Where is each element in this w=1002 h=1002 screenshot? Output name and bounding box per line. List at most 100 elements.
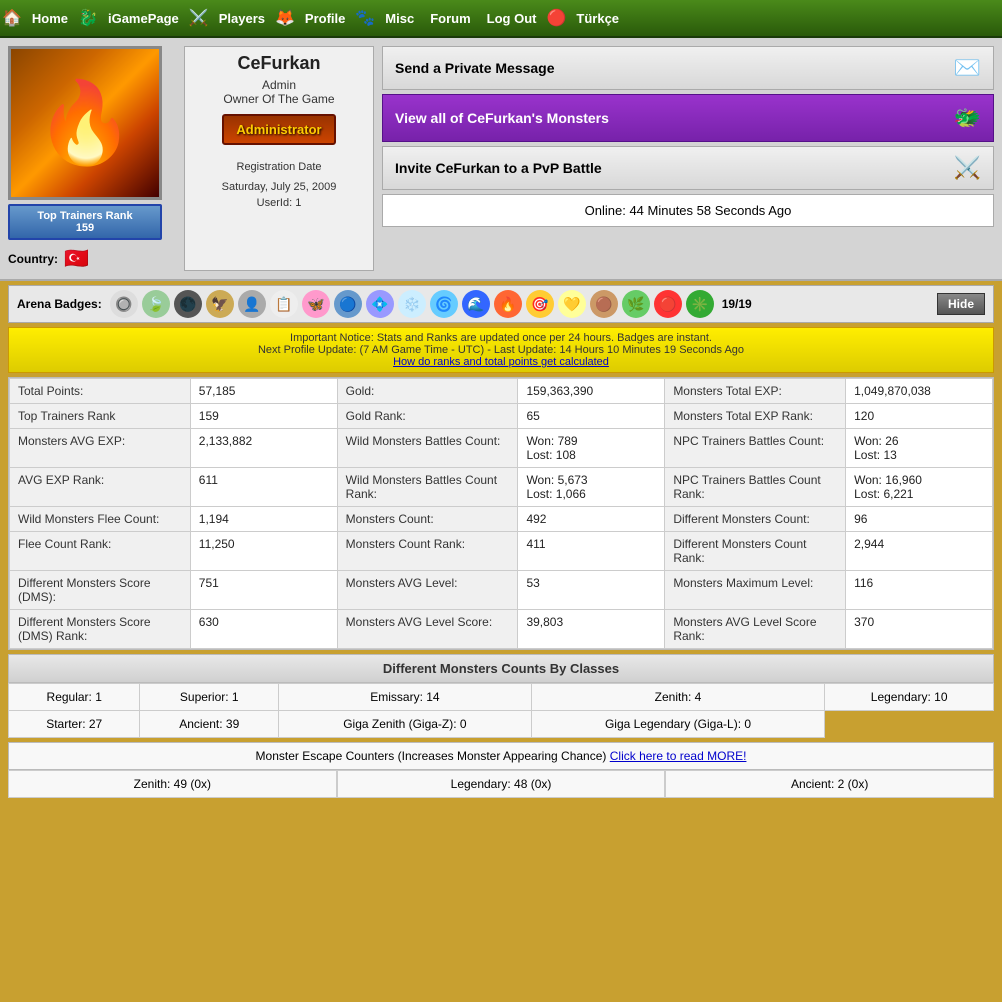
stat-value: 96 [846,507,993,532]
badge-7[interactable]: 🦋 [302,290,330,318]
badge-3[interactable]: 🌑 [174,290,202,318]
escape-ancient: Ancient: 2 (0x) [665,770,994,798]
classes-table: Regular: 1Superior: 1Emissary: 14Zenith:… [8,683,994,738]
nav-players[interactable]: Players [211,0,273,37]
monster-icon: 🐲 [954,105,981,131]
avatar: 🔥 [8,46,162,200]
stat-label: Different Monsters Score (DMS) Rank: [10,610,191,649]
badge-1[interactable]: 🔘 [110,290,138,318]
rank-value: 159 [16,222,154,234]
class-count-cell: Giga Zenith (Giga-Z): 0 [279,711,532,738]
class-count-cell: Zenith: 4 [531,684,825,711]
view-monsters-button[interactable]: View all of CeFurkan's Monsters 🐲 [382,94,994,142]
send-message-label: Send a Private Message [395,60,555,76]
badge-18[interactable]: 🔴 [654,290,682,318]
badge-15[interactable]: 💛 [558,290,586,318]
invite-pvp-label: Invite CeFurkan to a PvP Battle [395,160,602,176]
nav-home[interactable]: Home [24,0,76,37]
reg-date-label: Registration Date [191,161,367,173]
notice-line1: Important Notice: Stats and Ranks are up… [17,332,985,344]
stat-value: 53 [518,571,665,610]
hide-badges-button[interactable]: Hide [937,293,985,315]
stat-value: 11,250 [190,532,337,571]
stat-value: 630 [190,610,337,649]
badge-2[interactable]: 🍃 [142,290,170,318]
stat-label: NPC Trainers Battles Count: [665,429,846,468]
nav-language[interactable]: Türkçe [568,0,627,37]
stat-value: Won: 26 Lost: 13 [846,429,993,468]
user-info-box: CeFurkan Admin Owner Of The Game Adminis… [184,46,374,271]
badge-12[interactable]: 🌊 [462,290,490,318]
class-count-cell: Emissary: 14 [279,684,532,711]
badge-16[interactable]: 🟤 [590,290,618,318]
nav-misc[interactable]: Misc [377,0,422,37]
badge-10[interactable]: ❄️ [398,290,426,318]
badge-11[interactable]: 🌀 [430,290,458,318]
badge-9[interactable]: 💠 [366,290,394,318]
escape-counts-row: Zenith: 49 (0x) Legendary: 48 (0x) Ancie… [8,770,994,798]
players-icon: ⚔️ [189,8,209,28]
nav-logout[interactable]: Log Out [479,0,545,37]
userid-label: UserId: [257,197,292,209]
send-message-button[interactable]: Send a Private Message ✉️ [382,46,994,90]
turkey-flag: 🇹🇷 [64,246,89,271]
stat-label: Top Trainers Rank [10,404,191,429]
class-count-cell: Giga Legendary (Giga-L): 0 [531,711,825,738]
badge-17[interactable]: 🌿 [622,290,650,318]
avatar-section: 🔥 Top Trainers Rank 159 Country: 🇹🇷 [8,46,176,271]
nav-profile[interactable]: Profile [297,0,353,37]
badge-14[interactable]: 🎯 [526,290,554,318]
userid-value: 1 [295,197,301,209]
stat-label: Monsters Total EXP Rank: [665,404,846,429]
class-count-cell: Legendary: 10 [825,684,994,711]
escape-ancient-label: Ancient: 2 (0x) [791,777,868,791]
pvp-icon: ⚔️ [954,155,981,181]
classes-section: Regular: 1Superior: 1Emissary: 14Zenith:… [8,683,994,738]
nav-forum[interactable]: Forum [422,0,478,37]
escape-link[interactable]: Click here to read MORE! [610,749,747,763]
stat-label: Gold: [337,379,518,404]
badge-13[interactable]: 🔥 [494,290,522,318]
badge-4[interactable]: 🦅 [206,290,234,318]
badge-count: 19/19 [722,297,752,311]
stat-label: Wild Monsters Flee Count: [10,507,191,532]
nav-igamepage[interactable]: iGamePage [100,0,187,37]
stat-value: Won: 5,673 Lost: 1,066 [518,468,665,507]
class-count-cell: Superior: 1 [140,684,279,711]
escape-notice: Monster Escape Counters (Increases Monst… [8,742,994,770]
username: CeFurkan [191,53,367,74]
stat-label: Monsters Count: [337,507,518,532]
badge-6[interactable]: 📋 [270,290,298,318]
flag-icon: 🔴 [546,8,566,28]
stat-label: Different Monsters Count Rank: [665,532,846,571]
misc-icon: 🐾 [355,8,375,28]
notice-line2: Next Profile Update: (7 AM Game Time - U… [17,344,985,356]
reg-date-value: Saturday, July 25, 2009 [191,181,367,193]
igamepage-icon: 🐉 [78,8,98,28]
stat-label: NPC Trainers Battles Count Rank: [665,468,846,507]
stat-value: 57,185 [190,379,337,404]
notice-bar: Important Notice: Stats and Ranks are up… [8,327,994,373]
escape-zenith-label: Zenith: 49 (0x) [134,777,211,791]
ranks-link[interactable]: How do ranks and total points get calcul… [393,356,609,368]
stat-label: Monsters AVG Level: [337,571,518,610]
stats-table: Total Points:57,185Gold:159,363,390Monst… [9,378,993,649]
envelope-icon: ✉️ [954,55,981,81]
stat-label: Different Monsters Count: [665,507,846,532]
role1: Admin [191,78,367,92]
invite-pvp-button[interactable]: Invite CeFurkan to a PvP Battle ⚔️ [382,146,994,190]
rank-badge: Top Trainers Rank 159 [8,204,162,240]
badge-8[interactable]: 🔵 [334,290,362,318]
class-count-cell: Ancient: 39 [140,711,279,738]
badge-19[interactable]: ✳️ [686,290,714,318]
stat-label: Flee Count Rank: [10,532,191,571]
stat-label: Monsters Total EXP: [665,379,846,404]
online-status: Online: 44 Minutes 58 Seconds Ago [382,194,994,227]
stat-label: Wild Monsters Battles Count Rank: [337,468,518,507]
stat-value: 411 [518,532,665,571]
badge-5[interactable]: 👤 [238,290,266,318]
classes-title: Different Monsters Counts By Classes [8,654,994,683]
escape-text: Monster Escape Counters (Increases Monst… [256,749,607,763]
top-navigation: 🏠 Home 🐉 iGamePage ⚔️ Players 🦊 Profile … [0,0,1002,38]
stat-value: 492 [518,507,665,532]
